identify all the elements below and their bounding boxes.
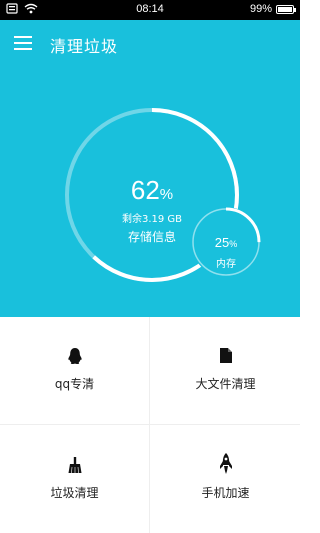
feature-grid: qq专清 大文件清理 垃圾清理 手机加速 <box>0 317 300 533</box>
grid-divider <box>149 317 150 533</box>
tile-label: qq专清 <box>54 377 95 391</box>
storage-overview: 清理垃圾 62% 剩余3.19 GB 存储信息 25% 内存 <box>0 20 300 317</box>
tile-junk-clean[interactable]: 垃圾清理 <box>0 426 149 533</box>
battery-percent: 99% <box>249 3 272 15</box>
tile-phone-boost[interactable]: 手机加速 <box>151 426 300 533</box>
file-icon <box>219 348 232 363</box>
broom-icon <box>68 457 81 474</box>
grid-divider <box>0 424 300 425</box>
storage-percent: 62% <box>130 175 174 205</box>
tile-qq-clean[interactable]: qq专清 <box>0 317 149 424</box>
tile-label: 垃圾清理 <box>50 486 99 500</box>
qq-penguin-icon <box>67 348 82 364</box>
rocket-icon <box>219 453 232 474</box>
tile-label: 大文件清理 <box>195 377 256 391</box>
tile-large-file-clean[interactable]: 大文件清理 <box>151 317 300 424</box>
storage-remaining: 剩余3.19 GB <box>121 214 183 225</box>
memory-label: 内存 <box>216 259 236 270</box>
battery-icon <box>276 4 296 14</box>
storage-gauge <box>65 108 261 282</box>
status-bar: 08:14 99% <box>0 0 300 20</box>
storage-label: 存储信息 <box>127 230 176 244</box>
memory-percent[interactable]: 25% <box>196 235 256 250</box>
tile-label: 手机加速 <box>201 486 250 500</box>
